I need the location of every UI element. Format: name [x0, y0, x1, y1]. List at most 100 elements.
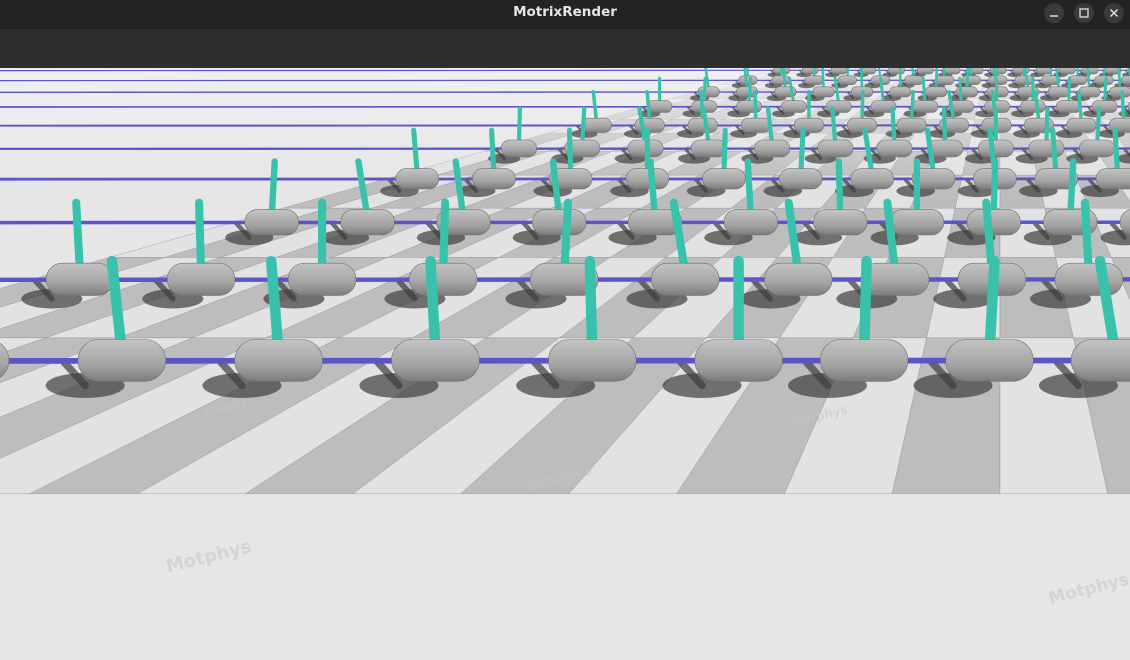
- robot-base: [812, 86, 835, 98]
- robot-base: [754, 139, 791, 158]
- robot-base: [1120, 75, 1130, 85]
- robot-base: [961, 75, 981, 85]
- robot-base: [819, 339, 909, 382]
- robot-base: [889, 86, 912, 98]
- robot-base: [1014, 75, 1034, 85]
- robot-pole: [798, 127, 806, 178]
- robot-base: [804, 75, 824, 85]
- robot-base: [1028, 139, 1065, 158]
- robot-pole: [195, 198, 206, 277]
- robot-pole: [1050, 127, 1059, 178]
- robot-base: [977, 139, 1014, 158]
- robot-base: [764, 262, 833, 296]
- robot-base: [817, 139, 854, 158]
- robot-base: [830, 68, 848, 75]
- robot-base: [1109, 86, 1130, 98]
- robot-pole: [1112, 127, 1121, 178]
- robot-base: [904, 75, 924, 85]
- robot-base: [740, 117, 772, 133]
- robot-pole: [265, 255, 284, 358]
- robot-pole: [1077, 89, 1084, 125]
- scene-canvas[interactable]: MotphysMotphysMotphysMotphysMotphysMotph…: [0, 68, 1130, 660]
- robot-pole: [425, 255, 441, 358]
- robot-base: [771, 75, 791, 85]
- robot-base: [793, 117, 825, 133]
- robot-pole: [72, 198, 85, 277]
- robot-base: [408, 262, 478, 296]
- robot-base: [1091, 100, 1118, 113]
- title-bar: MotrixRender: [0, 0, 1130, 28]
- robot-base: [916, 68, 934, 75]
- robot-pole: [645, 89, 652, 125]
- robot-pole: [566, 127, 574, 178]
- robot-base: [945, 339, 1034, 382]
- robot-pole: [909, 89, 915, 125]
- robot-base: [925, 86, 948, 98]
- robot-base: [531, 209, 587, 236]
- robot-base: [889, 209, 945, 236]
- robot-pole: [516, 106, 523, 148]
- robot-base: [935, 75, 955, 85]
- robot-base: [581, 117, 612, 133]
- robot-pole: [268, 158, 278, 221]
- robot-base: [1019, 100, 1046, 113]
- window-title: MotrixRender: [513, 4, 617, 20]
- robot-base: [702, 168, 746, 190]
- robot-base: [850, 168, 894, 190]
- robot-pole: [1067, 158, 1077, 221]
- robot-base: [723, 209, 779, 236]
- robot-base: [694, 339, 783, 382]
- robot-base: [1079, 139, 1116, 158]
- robot-base: [825, 100, 852, 113]
- robot-base: [781, 100, 807, 113]
- robot-base: [846, 117, 878, 133]
- minimize-button[interactable]: [1044, 3, 1064, 23]
- robot-pole: [560, 198, 573, 277]
- robot-pole: [489, 127, 497, 178]
- robot-base: [1035, 68, 1053, 75]
- robot-pole: [835, 158, 844, 221]
- robot-base: [548, 339, 637, 382]
- robot-pole: [439, 198, 450, 277]
- robot-pole: [721, 127, 728, 178]
- robot-pole: [860, 89, 865, 125]
- robot-base: [244, 209, 299, 236]
- robot-base: [912, 100, 939, 113]
- robot-base: [1095, 168, 1130, 190]
- robot-pole: [1120, 89, 1126, 125]
- close-icon: [1109, 8, 1119, 18]
- robot-base: [1058, 68, 1076, 75]
- robot-base: [1047, 86, 1070, 98]
- robot-base: [625, 168, 670, 190]
- robot-base: [391, 339, 480, 382]
- robot-base: [1023, 117, 1055, 133]
- maximize-icon: [1079, 8, 1089, 18]
- render-viewport[interactable]: MotphysMotphysMotphysMotphysMotphysMotph…: [0, 68, 1130, 660]
- maximize-button[interactable]: [1074, 3, 1094, 23]
- robot-base: [738, 75, 758, 85]
- robot-base: [876, 139, 913, 158]
- robot-pole: [744, 158, 754, 221]
- close-button[interactable]: [1104, 3, 1124, 23]
- robot-pole: [753, 89, 758, 125]
- robot-base: [813, 209, 868, 236]
- robot-pole: [941, 106, 948, 148]
- robot-base: [1055, 100, 1082, 113]
- robot-base: [651, 262, 720, 296]
- robot-pole: [411, 127, 420, 178]
- robot-base: [45, 262, 115, 296]
- toolbar: [0, 28, 1130, 69]
- robot-base: [778, 168, 823, 190]
- robot-base: [1067, 75, 1087, 85]
- robot-base: [1094, 75, 1114, 85]
- robot-base: [646, 100, 673, 113]
- robot-pole: [1044, 106, 1050, 148]
- robot-base: [943, 68, 961, 75]
- robot-base: [896, 117, 927, 133]
- robot-base: [395, 168, 440, 190]
- robot-base: [736, 100, 762, 113]
- robot-base: [687, 117, 718, 133]
- robot-base: [287, 262, 357, 296]
- robot-pole: [890, 106, 897, 148]
- robot-base: [690, 139, 727, 158]
